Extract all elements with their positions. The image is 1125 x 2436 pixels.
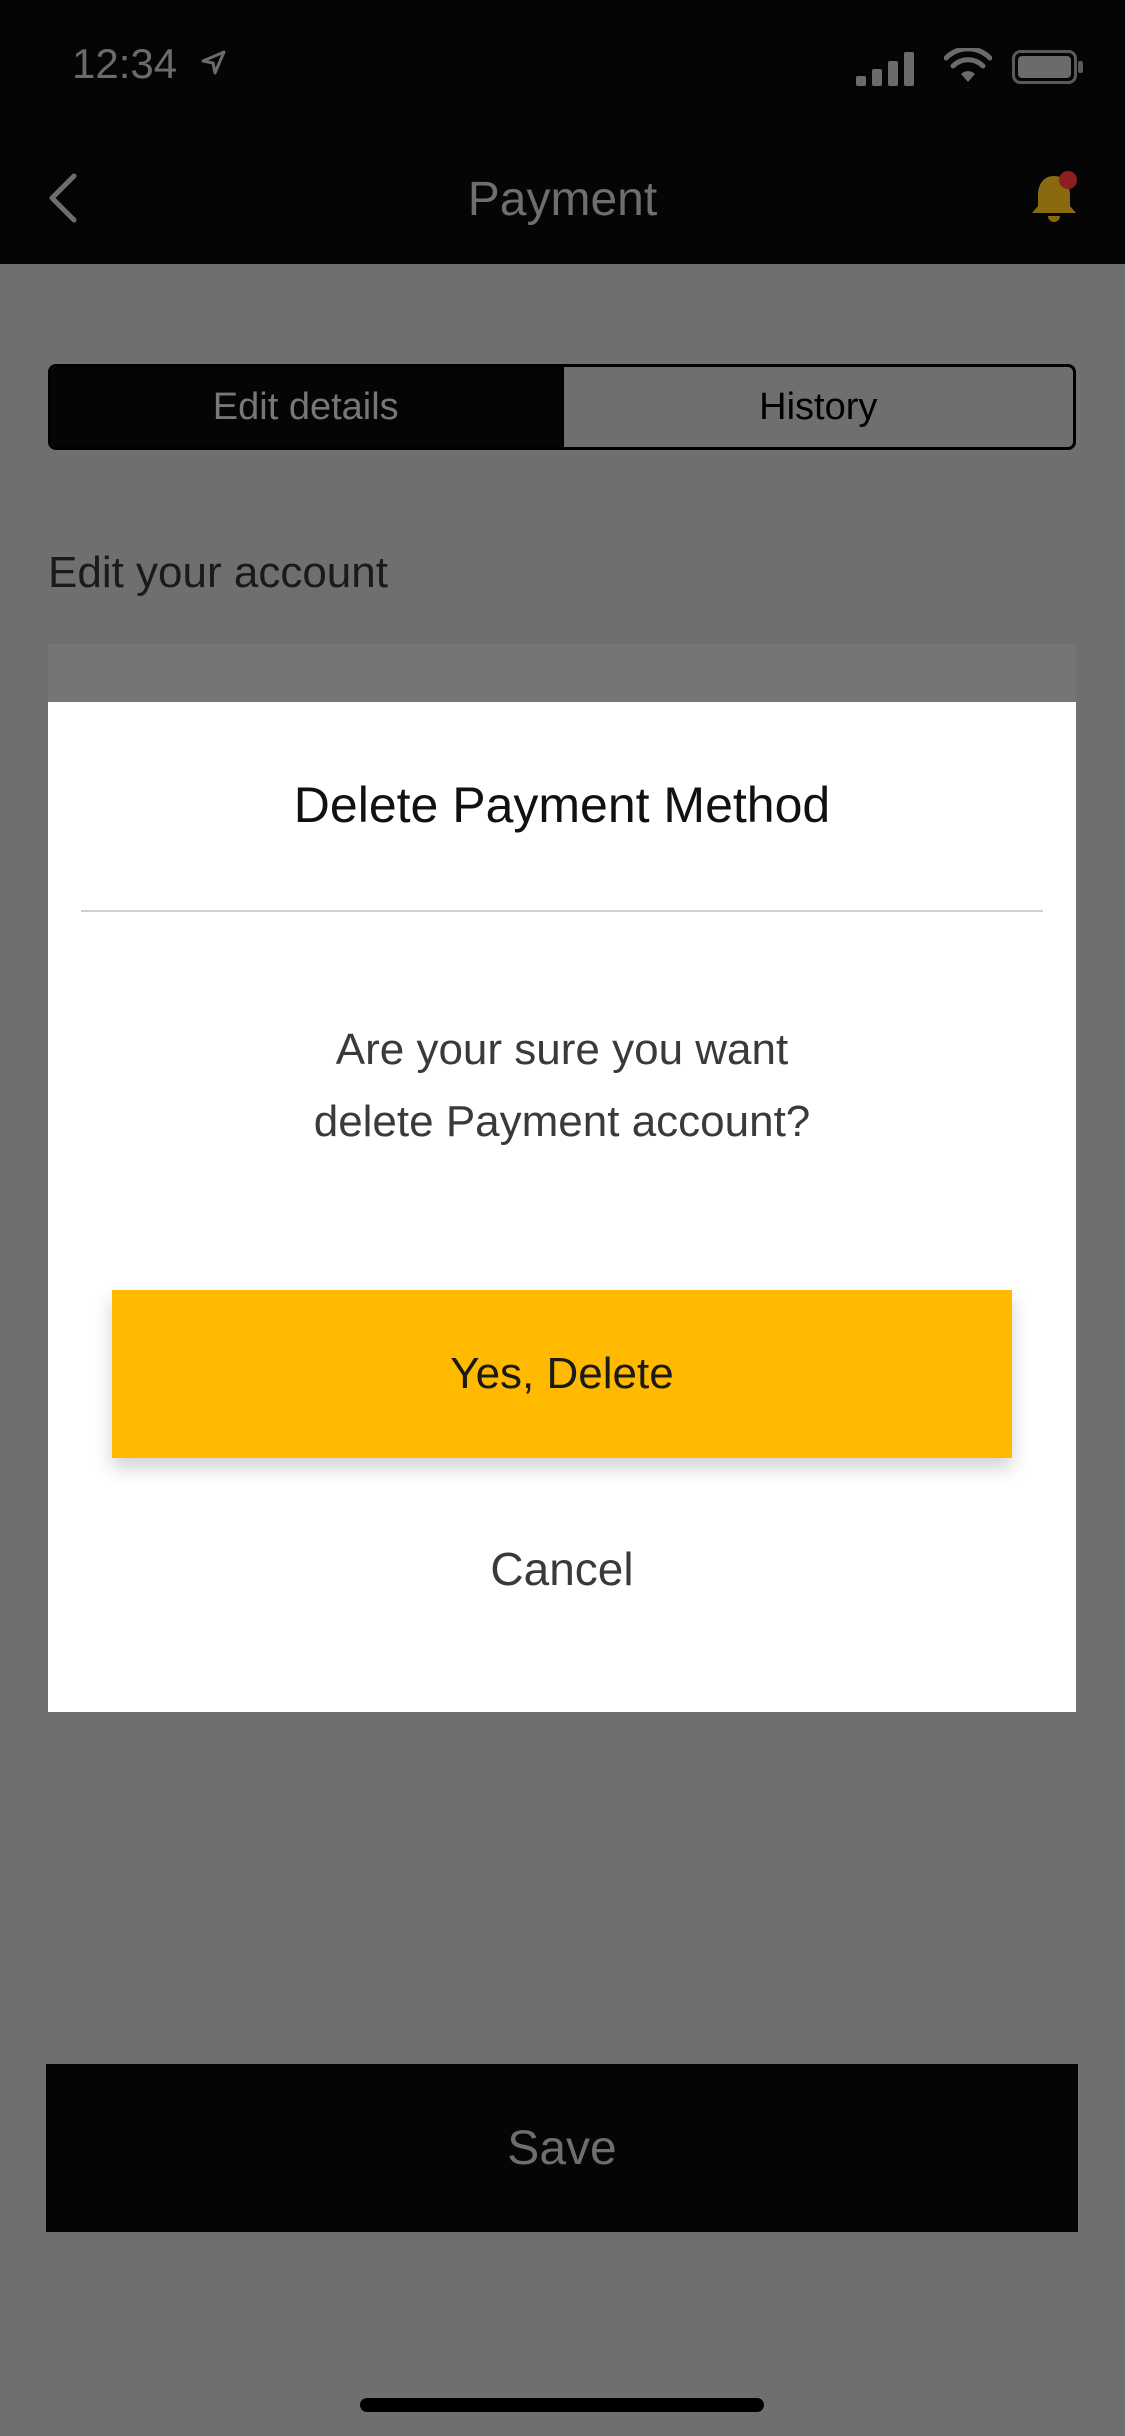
bell-icon[interactable] (1024, 168, 1084, 228)
notification-badge (1059, 171, 1077, 189)
tab-edit-details[interactable]: Edit details (51, 367, 561, 447)
section-title: Edit your account (48, 548, 388, 597)
cancel-button[interactable]: Cancel (48, 1542, 1076, 1596)
yes-delete-button[interactable]: Yes, Delete (112, 1290, 1012, 1458)
cellular-signal-icon (856, 52, 914, 86)
dialog-message-line-2: delete Payment account? (313, 1097, 811, 1146)
status-time: 12:34 (72, 40, 178, 87)
save-button[interactable]: Save (46, 2064, 1078, 2232)
dialog-message: Are your sure you want delete Payment ac… (168, 1014, 956, 1158)
dialog-message-line-1: Are your sure you want (335, 1025, 789, 1074)
page-title: Payment (467, 173, 658, 226)
dialog-divider (81, 910, 1043, 912)
battery-icon (1012, 50, 1083, 84)
tab-switcher: Edit details History (48, 364, 1076, 450)
delete-payment-dialog: Delete Payment Method Are your sure you … (48, 702, 1076, 1712)
nav-bar: Payment (0, 132, 1125, 264)
dialog-title: Delete Payment Method (293, 777, 831, 833)
home-indicator[interactable] (360, 2398, 764, 2412)
wifi-icon (944, 48, 992, 82)
tab-history[interactable]: History (560, 367, 1074, 447)
location-arrow-icon (201, 50, 226, 75)
status-bar: 12:34 (0, 0, 1125, 132)
